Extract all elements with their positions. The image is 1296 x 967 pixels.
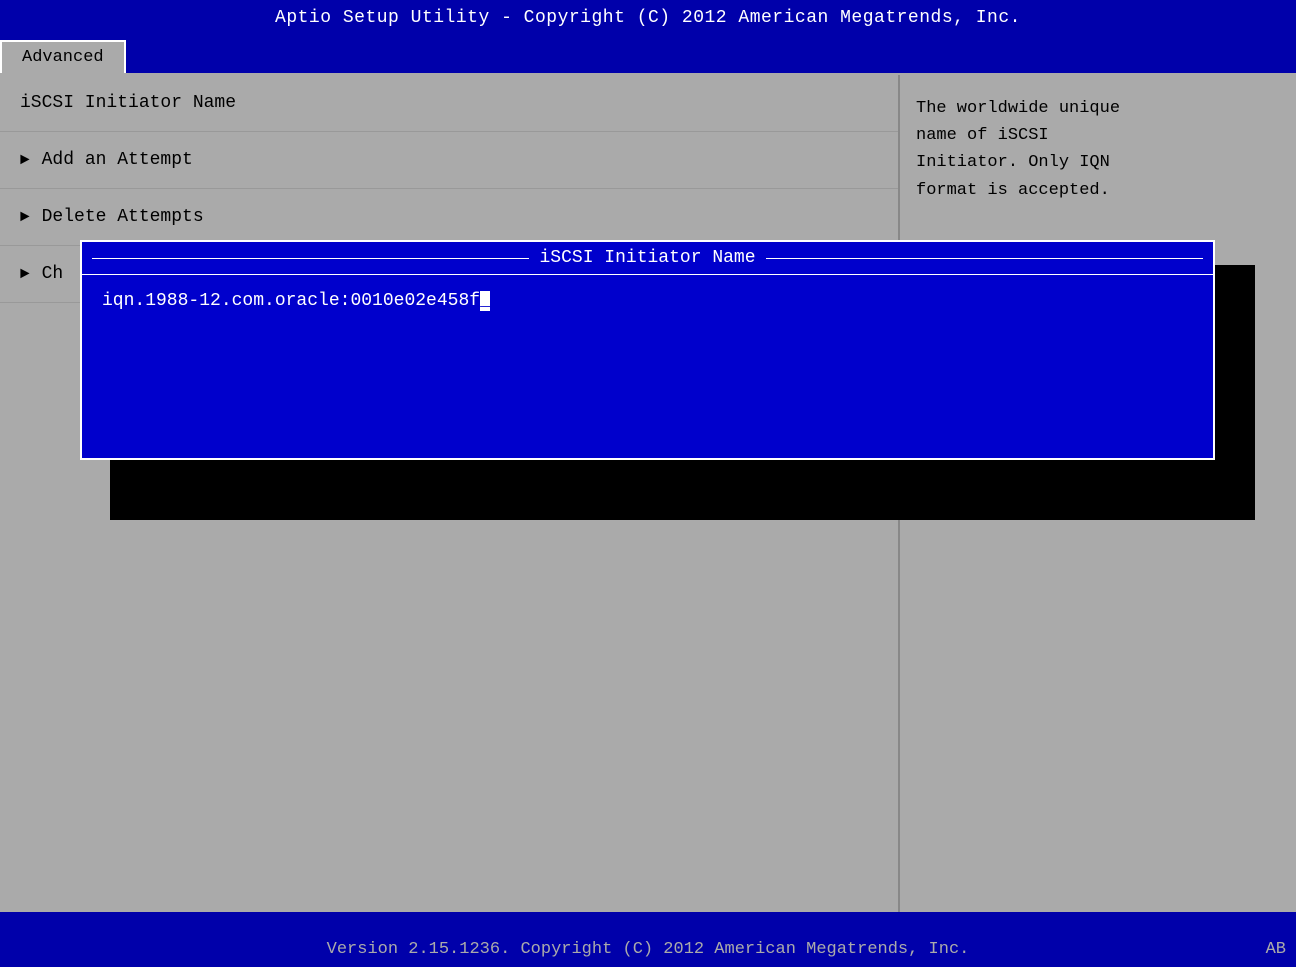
add-attempt-item[interactable]: ► Add an Attempt [0,132,898,189]
help-text: The worldwide unique name of iSCSI Initi… [916,95,1280,204]
modal-input-area[interactable]: iqn.1988-12.com.oracle:0010e02e458f_ [82,275,1213,327]
header-title: Aptio Setup Utility - Copyright (C) 2012… [275,8,1021,28]
tab-bar: Advanced [0,36,1296,75]
delete-attempts-label: Delete Attempts [42,207,204,227]
tab-advanced[interactable]: Advanced [0,40,126,73]
modal-value: iqn.1988-12.com.oracle:0010e02e458f [102,291,480,311]
footer-bar: Version 2.15.1236. Copyright (C) 2012 Am… [0,931,1296,967]
arrow-icon-delete: ► [20,208,30,226]
modal-title: iSCSI Initiator Name [539,248,755,268]
delete-attempts-item[interactable]: ► Delete Attempts [0,189,898,246]
iscsi-initiator-name-item[interactable]: iSCSI Initiator Name [0,75,898,132]
modal-dialog[interactable]: iSCSI Initiator Name iqn.1988-12.com.ora… [80,240,1215,460]
footer-text: Version 2.15.1236. Copyright (C) 2012 Am… [327,940,970,959]
header-bar: Aptio Setup Utility - Copyright (C) 2012… [0,0,1296,36]
add-attempt-label: Add an Attempt [42,150,193,170]
arrow-icon-ch: ► [20,265,30,283]
modal-title-bar: iSCSI Initiator Name [82,242,1213,275]
modal-cursor: _ [480,291,490,311]
ch-label: Ch [42,264,64,284]
arrow-icon-add: ► [20,151,30,169]
iscsi-initiator-name-label: iSCSI Initiator Name [20,93,236,113]
footer-ab-label: AB [1266,940,1286,959]
